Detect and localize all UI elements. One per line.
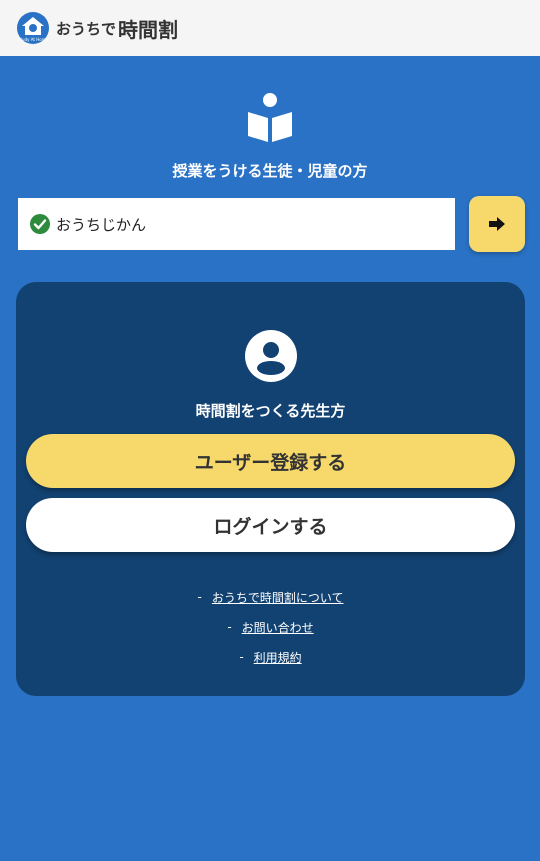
link-row-about: - おうちで時間割について	[16, 582, 525, 612]
link-row-terms: - 利用規約	[16, 642, 525, 672]
student-section-title: 授業をうける生徒・児童の方	[172, 162, 368, 180]
link-row-contact: - お問い合わせ	[16, 612, 525, 642]
house-clock-logo-icon[interactable]: Study At Home	[16, 11, 50, 45]
app-header: Study At Home おうちで 時間割	[0, 0, 540, 56]
teacher-section-title: 時間割をつくる先生方	[195, 402, 346, 420]
footer-links: - おうちで時間割について - お問い合わせ - 利用規約	[16, 582, 525, 672]
login-button[interactable]: ログインする	[26, 498, 515, 552]
link-dash: -	[197, 590, 202, 604]
contact-link[interactable]: お問い合わせ	[242, 619, 314, 636]
brand-name-small: おうちで	[56, 19, 117, 38]
arrow-right-icon	[489, 217, 505, 231]
logo-text: Study At Home	[18, 37, 49, 42]
link-dash: -	[227, 620, 232, 634]
class-code-input[interactable]: おうちじかん	[18, 198, 455, 250]
class-code-value: おうちじかん	[56, 215, 147, 234]
brand-name-large: 時間割	[118, 17, 179, 42]
register-button[interactable]: ユーザー登録する	[26, 434, 515, 488]
teacher-panel: 時間割をつくる先生方 ユーザー登録する ログインする - おうちで時間割について…	[16, 282, 525, 696]
book-reader-icon	[248, 93, 292, 142]
join-class-button[interactable]	[469, 196, 525, 252]
about-link[interactable]: おうちで時間割について	[212, 589, 344, 606]
link-dash: -	[239, 650, 244, 664]
terms-link[interactable]: 利用規約	[254, 649, 302, 666]
user-circle-icon	[245, 330, 297, 382]
check-circle-icon	[30, 214, 50, 234]
